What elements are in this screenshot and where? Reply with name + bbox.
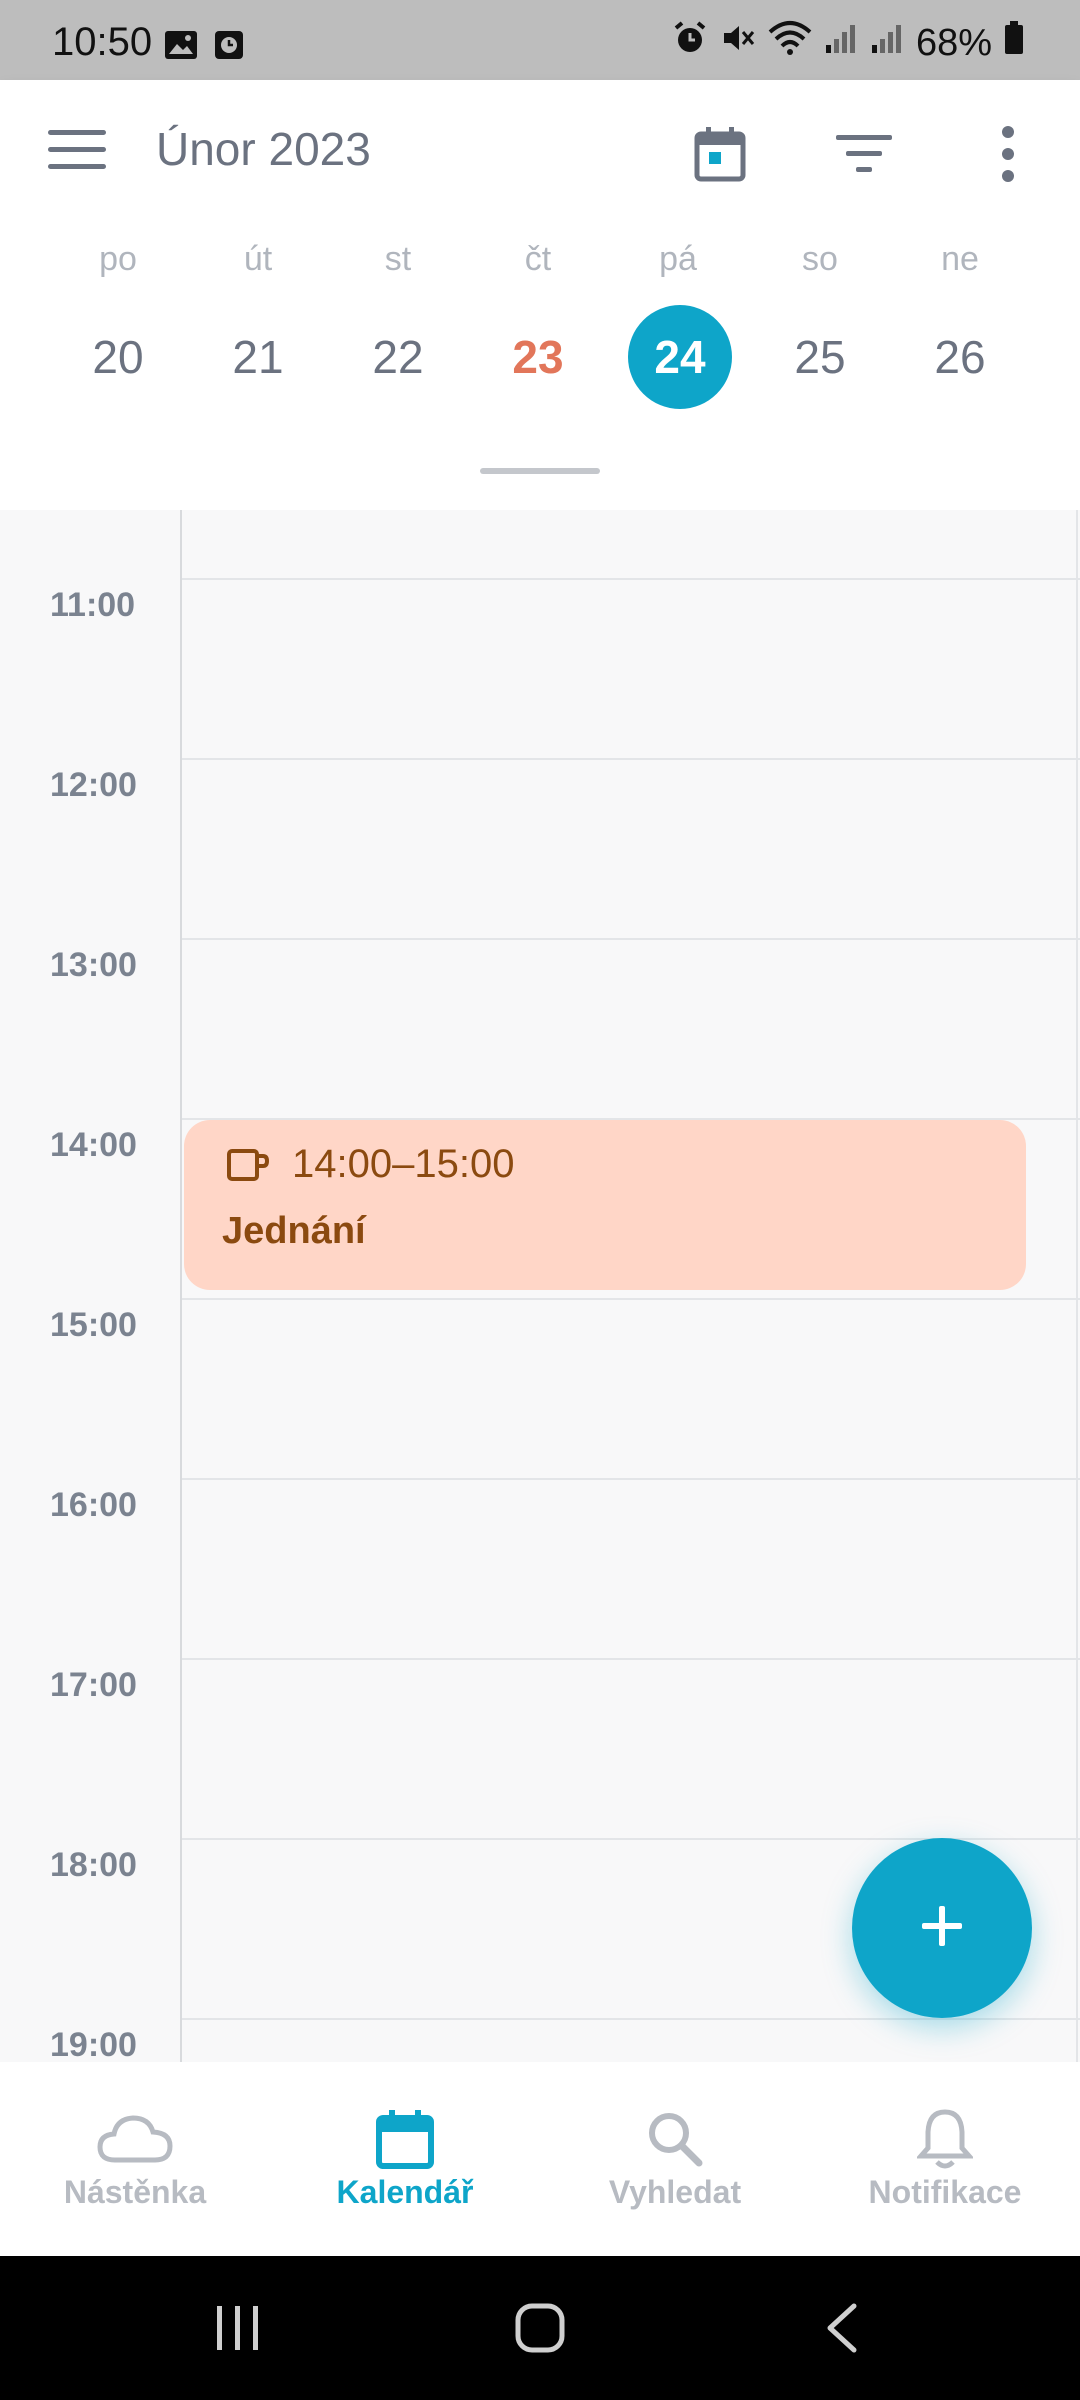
hour-line bbox=[182, 1298, 1080, 1300]
bottom-navigation: Nástěnka Kalendář Vyhledat Notifikace bbox=[0, 2062, 1080, 2256]
month-title[interactable]: Únor 2023 bbox=[156, 122, 371, 176]
wifi-icon bbox=[768, 20, 812, 66]
hour-label: 18:00 bbox=[50, 1846, 137, 1884]
nav-label: Kalendář bbox=[336, 2174, 474, 2210]
date-cell-today[interactable]: 23 bbox=[486, 305, 590, 409]
filter-icon[interactable] bbox=[828, 118, 900, 190]
nav-item-vyhledat[interactable]: Vyhledat bbox=[540, 2062, 810, 2256]
nav-label: Notifikace bbox=[868, 2174, 1022, 2210]
date-row: 20 21 22 23 24 25 26 bbox=[0, 305, 1080, 415]
mute-icon bbox=[720, 20, 756, 66]
date-cell[interactable]: 21 bbox=[206, 305, 310, 409]
event-time: 14:00–15:00 bbox=[292, 1142, 515, 1186]
weekday-label: pá bbox=[659, 240, 697, 278]
drag-handle[interactable] bbox=[480, 468, 600, 474]
weekday-label: čt bbox=[524, 240, 552, 278]
status-time: 10:50 bbox=[52, 20, 153, 64]
image-icon bbox=[164, 30, 198, 65]
hour-line bbox=[182, 938, 1080, 940]
hour-label: 16:00 bbox=[50, 1486, 137, 1524]
menu-icon[interactable] bbox=[48, 130, 106, 170]
home-icon[interactable] bbox=[500, 2296, 580, 2360]
hour-label: 19:00 bbox=[50, 2026, 137, 2062]
calendar-today-icon[interactable] bbox=[684, 118, 756, 190]
date-cell[interactable]: 20 bbox=[66, 305, 170, 409]
nav-label: Vyhledat bbox=[608, 2174, 742, 2210]
weekday-label: po bbox=[99, 240, 137, 278]
nav-item-nastenka[interactable]: Nástěnka bbox=[0, 2062, 270, 2256]
hour-label: 17:00 bbox=[50, 1666, 137, 1704]
nav-item-kalendar[interactable]: Kalendář bbox=[270, 2062, 540, 2256]
hour-label: 13:00 bbox=[50, 946, 137, 984]
hour-line bbox=[182, 2018, 1080, 2020]
back-icon[interactable] bbox=[802, 2296, 882, 2360]
weekday-label: so bbox=[802, 240, 838, 278]
calendar-icon bbox=[355, 2104, 455, 2174]
more-vert-icon[interactable] bbox=[972, 118, 1044, 190]
status-bar: 10:50 68% bbox=[0, 0, 1080, 80]
hour-label: 14:00 bbox=[50, 1126, 137, 1164]
hour-line bbox=[182, 758, 1080, 760]
hour-line bbox=[182, 578, 1080, 580]
add-event-button[interactable] bbox=[852, 1838, 1032, 2018]
weekday-label: út bbox=[243, 240, 273, 278]
nav-item-notifikace[interactable]: Notifikace bbox=[810, 2062, 1080, 2256]
plus-icon bbox=[918, 1902, 966, 1955]
search-icon bbox=[625, 2104, 725, 2174]
system-navigation-bar bbox=[0, 2256, 1080, 2400]
hour-label: 11:00 bbox=[50, 586, 136, 624]
coffee-icon bbox=[226, 1148, 270, 1191]
weekday-label: ne bbox=[941, 240, 979, 278]
event-title: Jednání bbox=[222, 1210, 366, 1252]
nav-label: Nástěnka bbox=[63, 2174, 207, 2210]
alarm-icon bbox=[672, 20, 708, 66]
hour-label: 15:00 bbox=[50, 1306, 137, 1344]
date-cell[interactable]: 26 bbox=[908, 305, 1012, 409]
date-cell[interactable]: 25 bbox=[768, 305, 872, 409]
date-cell[interactable]: 22 bbox=[346, 305, 450, 409]
battery-level: 68% bbox=[915, 21, 992, 64]
cloud-icon bbox=[85, 2104, 185, 2174]
calendar-header: Únor 2023 po út st čt pá so ne 20 21 22 … bbox=[0, 80, 1080, 510]
timeline-right-border bbox=[1076, 510, 1078, 2062]
date-cell-selected[interactable]: 24 bbox=[628, 305, 732, 409]
recent-apps-icon[interactable] bbox=[198, 2296, 278, 2360]
clock-app-icon bbox=[214, 30, 244, 65]
signal-icon bbox=[824, 21, 858, 65]
battery-icon bbox=[1004, 21, 1024, 65]
time-column-divider bbox=[180, 510, 182, 2062]
hour-line bbox=[182, 1478, 1080, 1480]
hour-label: 12:00 bbox=[50, 766, 137, 804]
hour-line bbox=[182, 1658, 1080, 1660]
weekday-row: po út st čt pá so ne bbox=[0, 240, 1080, 300]
bell-icon bbox=[895, 2104, 995, 2174]
day-timeline[interactable]: 11:00 12:00 13:00 14:00 15:00 16:00 17:0… bbox=[0, 510, 1080, 2062]
event-card[interactable]: 14:00–15:00 Jednání bbox=[184, 1120, 1026, 1290]
weekday-label: st bbox=[384, 240, 412, 278]
signal-icon-2 bbox=[870, 21, 904, 65]
